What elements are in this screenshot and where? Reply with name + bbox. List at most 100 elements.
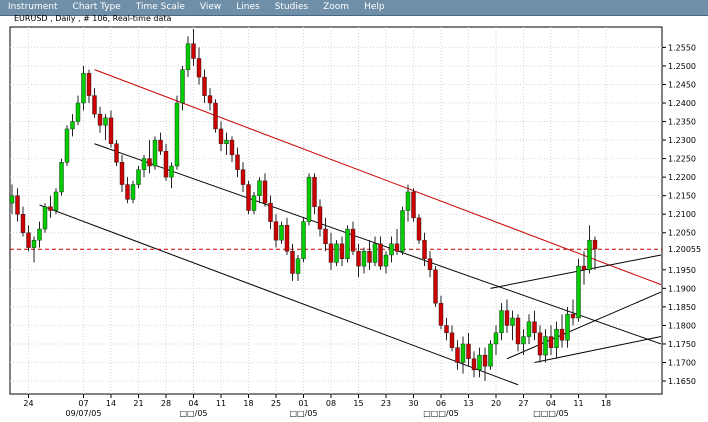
- candle-body: [422, 239, 427, 259]
- candle-body: [400, 210, 405, 252]
- y-tick-label: 1.1700: [668, 358, 696, 367]
- candlestick-chart[interactable]: 1.2550 1.2500 1.2450 1.2400 1.2350 1.2300 1.22…: [0, 0, 708, 422]
- x-tick-label: 18: [601, 399, 611, 408]
- y-tick-label: 1.2450: [668, 80, 696, 89]
- candle-body: [460, 343, 466, 363]
- candle-body: [356, 251, 361, 267]
- x-month-label: □□/05: [180, 409, 208, 418]
- candle-body: [229, 139, 235, 156]
- candle-body: [317, 206, 323, 230]
- y-tick-label: 1.1800: [668, 321, 696, 330]
- grid-layer: [9, 26, 663, 395]
- candle-body: [570, 314, 576, 319]
- x-month-label: □□□/05: [533, 409, 569, 418]
- candle-body: [372, 243, 378, 263]
- candle-body: [581, 265, 587, 271]
- y-tick-label: 1.2550: [668, 43, 696, 52]
- y-tick-label: 1.2250: [668, 155, 696, 164]
- candle-body: [257, 180, 262, 196]
- y-tick-label: 1.2300: [668, 136, 696, 145]
- candle-body: [75, 102, 81, 122]
- candle-body: [323, 228, 328, 245]
- candle-body: [15, 195, 20, 215]
- candle-body: [262, 180, 268, 204]
- candle-body: [477, 354, 482, 371]
- candle-body: [383, 254, 389, 267]
- candle-body: [488, 343, 493, 367]
- candle-body: [92, 95, 97, 115]
- candle-body: [97, 113, 103, 126]
- x-month-label: □□□/05: [423, 409, 459, 418]
- candle-body: [158, 139, 163, 152]
- x-tick-label: 11: [573, 399, 583, 408]
- candle-body: [328, 243, 334, 263]
- candle-body: [433, 269, 438, 304]
- candle-body: [466, 343, 471, 359]
- candle-body: [367, 251, 372, 263]
- candle-body: [224, 139, 229, 144]
- candle-body: [130, 184, 136, 200]
- candle-body: [180, 69, 185, 104]
- y-tick-label: 1.1850: [668, 303, 696, 312]
- candle-body: [202, 76, 207, 96]
- y-tick-label: 1.1950: [668, 266, 696, 275]
- y-tick-label: 1.1900: [668, 284, 696, 293]
- candle-body: [592, 239, 598, 250]
- candle-body: [273, 221, 279, 241]
- x-tick-label: 28: [161, 399, 171, 408]
- candle-body: [141, 158, 147, 170]
- x-tick-label: 11: [216, 399, 226, 408]
- candle-body: [345, 228, 350, 259]
- x-tick-label: 13: [463, 399, 473, 408]
- x-tick-label: 08: [326, 399, 336, 408]
- candle-body: [350, 228, 356, 252]
- plot-area: [9, 26, 663, 395]
- candle-body: [543, 336, 548, 356]
- candle-body: [587, 239, 592, 271]
- x-tick-label: 23: [381, 399, 391, 408]
- candle-body: [394, 243, 400, 252]
- candle-body: [515, 317, 521, 345]
- candle-body: [378, 243, 383, 267]
- candle-body: [504, 310, 510, 326]
- candle-body: [174, 102, 180, 167]
- candle-body: [70, 121, 75, 130]
- candle-body: [510, 317, 515, 326]
- candle-body: [438, 302, 444, 326]
- x-tick-label: 20: [491, 399, 501, 408]
- x-tick-label: 15: [353, 399, 363, 408]
- candle-body: [427, 258, 433, 271]
- candle-body: [147, 158, 152, 167]
- candle-body: [213, 102, 218, 130]
- candle-body: [125, 184, 130, 200]
- candle-body: [81, 73, 86, 104]
- candle-body: [268, 202, 273, 222]
- candle-body: [482, 354, 488, 367]
- candle-body: [416, 217, 422, 241]
- candle-body: [312, 176, 317, 207]
- x-tick-label: 04: [188, 399, 198, 408]
- x-tick-label: 14: [106, 399, 116, 408]
- y-tick-label: 1.2200: [668, 173, 696, 182]
- candle-body: [290, 251, 295, 274]
- x-tick-label: 01: [298, 399, 308, 408]
- candle-body: [53, 191, 59, 211]
- candle-body: [37, 228, 42, 241]
- candle-body: [444, 325, 449, 334]
- candle-body: [26, 232, 31, 248]
- candle-body: [163, 150, 169, 178]
- candle-body: [279, 225, 284, 241]
- candle-body: [86, 73, 92, 96]
- candle-body: [471, 358, 477, 371]
- candle-body: [537, 332, 543, 356]
- y-tick-label: 1.2350: [668, 118, 696, 127]
- candle-body: [114, 143, 119, 163]
- candle-body: [59, 162, 64, 193]
- y-tick-label: 1.1650: [668, 377, 696, 386]
- candle-body: [235, 154, 240, 170]
- candle-body: [191, 43, 196, 59]
- candle-body: [218, 128, 224, 144]
- candle-body: [240, 169, 246, 185]
- candle-body: [295, 258, 301, 274]
- candle-body: [411, 191, 416, 219]
